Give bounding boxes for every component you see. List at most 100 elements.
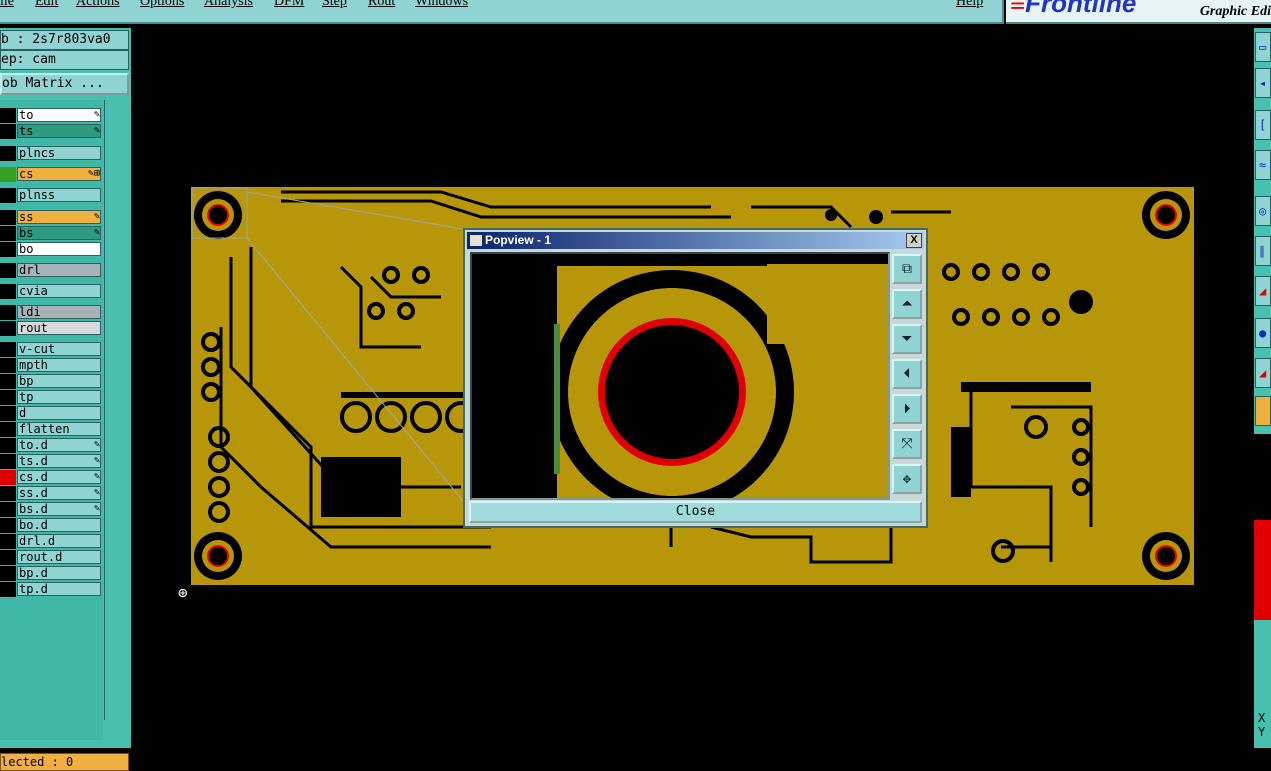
layer-row-plnss[interactable]: plnss — [0, 188, 103, 203]
job-matrix-button[interactable]: ob Matrix ... — [0, 73, 129, 95]
menu-actions[interactable]: Actions — [76, 0, 120, 10]
layer-color-swatch[interactable] — [0, 188, 16, 203]
layer-name[interactable]: bo.d — [17, 518, 101, 532]
layer-name[interactable]: ts — [17, 124, 101, 138]
layer-color-swatch[interactable] — [0, 305, 16, 320]
layer-name[interactable]: tp — [17, 390, 101, 404]
layer-name[interactable]: v-cut — [17, 342, 101, 356]
menu-dfm[interactable]: DFM — [274, 0, 304, 10]
layer-row-v-cut[interactable]: v-cut — [0, 342, 103, 357]
layer-name[interactable]: cvia — [17, 284, 101, 298]
layer-row-bs-d[interactable]: bs.d ✎ — [0, 502, 103, 517]
layer-color-swatch[interactable] — [0, 454, 16, 469]
layer-row-rout[interactable]: rout — [0, 321, 103, 336]
zoom-home-icon[interactable]: ✥ — [892, 464, 922, 494]
pan-up-icon[interactable]: ⏶ — [892, 289, 922, 319]
layer-color-swatch[interactable] — [0, 167, 16, 182]
layer-name[interactable]: drl.d — [17, 534, 101, 548]
right-tool-button[interactable] — [1255, 396, 1271, 426]
layer-row-rout-d[interactable]: rout.d — [0, 550, 103, 565]
layer-color-swatch[interactable] — [0, 242, 16, 257]
layer-name[interactable]: bp.d — [17, 566, 101, 580]
pan-left-icon[interactable]: ⏴ — [892, 359, 922, 389]
layer-name[interactable]: bs — [17, 226, 101, 240]
layer-color-swatch[interactable] — [0, 358, 16, 373]
layer-color-swatch[interactable] — [0, 422, 16, 437]
layer-name[interactable]: cs.d — [17, 470, 101, 484]
right-tool-button[interactable]: ◎ — [1255, 196, 1271, 226]
menu-edit[interactable]: Edit — [35, 0, 58, 10]
layer-row-bo[interactable]: bo — [0, 242, 103, 257]
layer-color-swatch[interactable] — [0, 210, 16, 225]
layer-color-swatch[interactable] — [0, 146, 16, 161]
layer-name[interactable]: bs.d — [17, 502, 101, 516]
layer-color-swatch[interactable] — [0, 108, 16, 123]
layer-name[interactable]: flatten — [17, 422, 101, 436]
layer-row-tp[interactable]: tp — [0, 390, 103, 405]
pan-right-icon[interactable]: ⏵ — [892, 394, 922, 424]
layer-row-bs[interactable]: bs ✎ — [0, 226, 103, 241]
layer-name[interactable]: ldi — [17, 305, 101, 319]
layer-color-swatch[interactable] — [0, 470, 16, 485]
layer-name[interactable]: rout — [17, 321, 101, 335]
layer-color-swatch[interactable] — [0, 390, 16, 405]
layer-name[interactable]: ss — [17, 210, 101, 224]
layer-name[interactable]: to.d — [17, 438, 101, 452]
menu-step[interactable]: Step — [322, 0, 347, 10]
menu-rout[interactable]: Rout — [368, 0, 395, 10]
layer-name[interactable]: to — [17, 108, 101, 122]
menu-options[interactable]: Options — [140, 0, 184, 10]
layer-name[interactable]: drl — [17, 263, 101, 277]
popview-zoom-view[interactable] — [470, 252, 890, 500]
zoom-window-icon[interactable]: ⧉ — [892, 254, 922, 284]
layer-row-ldi[interactable]: ldi — [0, 305, 103, 320]
layer-color-swatch[interactable] — [0, 550, 16, 565]
right-tool-button[interactable]: ● — [1255, 318, 1271, 348]
layer-row-cvia[interactable]: cvia — [0, 284, 103, 299]
layer-color-swatch[interactable] — [0, 502, 16, 517]
layer-row-bo-d[interactable]: bo.d — [0, 518, 103, 533]
layer-name[interactable]: bp — [17, 374, 101, 388]
layer-row-to-d[interactable]: to.d ✎ — [0, 438, 103, 453]
right-tool-button[interactable]: ≈ — [1255, 150, 1271, 180]
layer-list-scrollbar[interactable] — [104, 100, 130, 720]
zoom-fit-icon[interactable]: ⤧ — [892, 429, 922, 459]
layer-color-swatch[interactable] — [0, 342, 16, 357]
popview-titlebar[interactable]: Popview - 1 X — [467, 232, 924, 249]
menu-file[interactable]: ile — [0, 0, 14, 10]
layer-name[interactable]: plncs — [17, 146, 101, 160]
layer-color-swatch[interactable] — [0, 582, 16, 597]
layer-color-swatch[interactable] — [0, 263, 16, 278]
right-tool-button[interactable]: ▭ — [1255, 32, 1271, 62]
right-tool-button[interactable]: ∥ — [1255, 236, 1271, 266]
layer-color-swatch[interactable] — [0, 406, 16, 421]
layer-row-to[interactable]: to ✎ — [0, 108, 103, 123]
layer-color-swatch[interactable] — [0, 374, 16, 389]
layer-name[interactable]: mpth — [17, 358, 101, 372]
layer-row-bp[interactable]: bp — [0, 374, 103, 389]
layer-row-ts-d[interactable]: ts.d ✎ — [0, 454, 103, 469]
layer-row-drl-d[interactable]: drl.d — [0, 534, 103, 549]
layer-row-plncs[interactable]: plncs — [0, 146, 103, 161]
layer-row-ss-d[interactable]: ss.d ✎ — [0, 486, 103, 501]
menu-help[interactable]: Help — [956, 0, 983, 10]
layer-color-swatch[interactable] — [0, 321, 16, 336]
right-tool-button[interactable]: [ — [1255, 110, 1271, 140]
layer-color-swatch[interactable] — [0, 486, 16, 501]
layer-row-flatten[interactable]: flatten — [0, 422, 103, 437]
popview-close-button[interactable]: Close — [469, 501, 922, 523]
layer-name[interactable]: ts.d — [17, 454, 101, 468]
layer-name[interactable]: tp.d — [17, 582, 101, 596]
layer-color-swatch[interactable] — [0, 566, 16, 581]
layer-name[interactable]: d — [17, 406, 101, 420]
layer-row-d[interactable]: d — [0, 406, 103, 421]
layer-color-swatch[interactable] — [0, 124, 16, 139]
layer-color-swatch[interactable] — [0, 226, 16, 241]
pan-down-icon[interactable]: ⏷ — [892, 324, 922, 354]
layer-name[interactable]: plnss — [17, 188, 101, 202]
right-tool-button[interactable]: ◂ — [1255, 68, 1271, 98]
layer-color-swatch[interactable] — [0, 284, 16, 299]
close-icon[interactable]: X — [906, 233, 922, 248]
layer-row-cs-d[interactable]: cs.d ✎ — [0, 470, 103, 485]
menu-analysis[interactable]: Analysis — [204, 0, 253, 10]
